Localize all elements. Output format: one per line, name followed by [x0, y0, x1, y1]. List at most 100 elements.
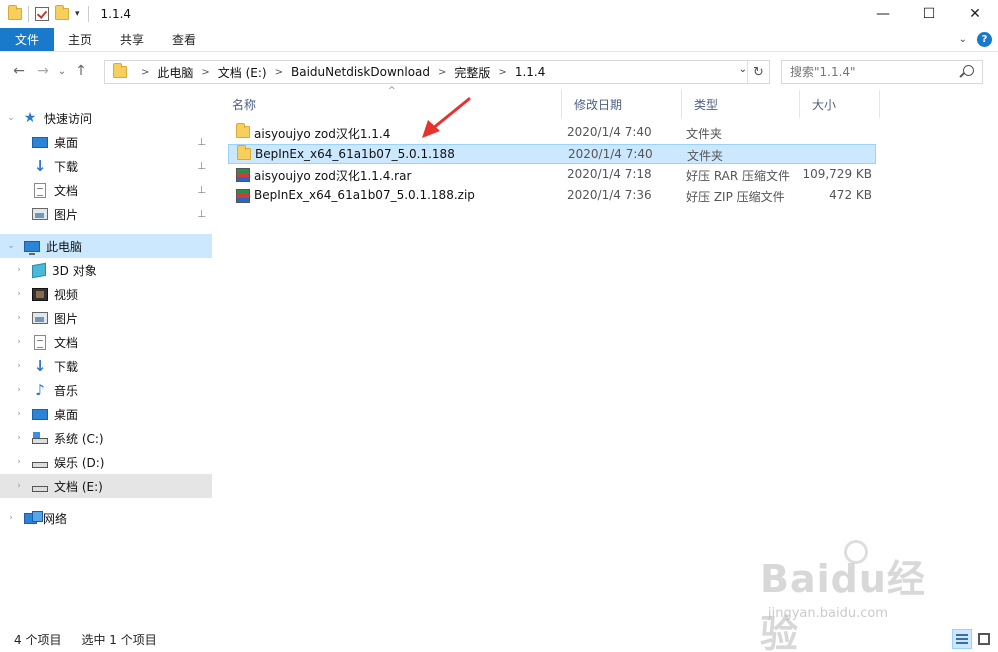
network-icon: [24, 510, 43, 524]
sidebar-item-videos[interactable]: › 视频: [0, 282, 212, 306]
document-icon: [34, 182, 46, 198]
breadcrumb-separator[interactable]: >: [275, 67, 283, 78]
sidebar-item-system-drive[interactable]: › 系统 (C:): [0, 426, 212, 450]
sidebar-item-label: 3D 对象: [52, 263, 97, 278]
maximize-button[interactable]: ☐: [906, 0, 952, 28]
expand-chevron-icon[interactable]: ›: [14, 433, 24, 443]
column-header-type[interactable]: 类型: [682, 90, 800, 118]
expand-chevron-icon[interactable]: ›: [14, 385, 24, 395]
sidebar-item-label: 下载: [54, 159, 79, 174]
sidebar-item-quick-access[interactable]: ⌄ ★ 快速访问: [0, 106, 212, 130]
sidebar-item-network[interactable]: › 网络: [0, 506, 212, 530]
pin-icon[interactable]: ⊥: [197, 161, 206, 172]
file-row[interactable]: BepInEx_x64_61a1b07_5.0.1.188 2020/1/4 7…: [228, 144, 876, 164]
archive-icon: [236, 168, 250, 182]
pin-icon[interactable]: ⊥: [197, 209, 206, 220]
expand-chevron-icon[interactable]: ›: [14, 361, 24, 371]
sidebar-item-desktop[interactable]: 桌面 ⊥: [0, 130, 212, 154]
selection-count: 选中 1 个项目: [81, 632, 157, 647]
back-button[interactable]: ←: [8, 63, 30, 79]
sidebar-item-pictures[interactable]: 图片 ⊥: [0, 202, 212, 226]
expand-chevron-icon[interactable]: ›: [14, 337, 24, 347]
archive-icon: [236, 189, 250, 203]
toolbar-divider: [28, 6, 29, 22]
column-header-size[interactable]: 大小: [800, 90, 880, 118]
sidebar-item-documents[interactable]: › 文档: [0, 330, 212, 354]
breadcrumb-separator[interactable]: >: [438, 67, 446, 78]
tab-view[interactable]: 查看: [158, 28, 210, 51]
file-row[interactable]: aisyoujyo zod汉化1.1.4 2020/1/4 7:40 文件夹: [228, 123, 876, 143]
breadcrumb-item[interactable]: 1.1.4: [515, 65, 546, 79]
details-view-button[interactable]: [952, 629, 972, 649]
tab-file[interactable]: 文件: [0, 28, 55, 51]
sidebar-item-music[interactable]: › ♪ 音乐: [0, 378, 212, 402]
pin-icon[interactable]: ⊥: [197, 185, 206, 196]
file-date: 2020/1/4 7:40: [567, 125, 652, 139]
pin-icon[interactable]: ⊥: [197, 137, 206, 148]
breadcrumb: > 此电脑 > 文档 (E:) > BaiduNetdiskDownload >…: [133, 64, 545, 81]
breadcrumb-item[interactable]: 文档 (E:): [218, 64, 267, 81]
file-row[interactable]: BepInEx_x64_61a1b07_5.0.1.188.zip 2020/1…: [228, 186, 876, 206]
collapse-chevron-icon[interactable]: ⌄: [6, 241, 16, 251]
customize-toolbar-chevron-icon[interactable]: ▾: [75, 9, 80, 19]
sidebar-item-downloads[interactable]: › ↓ 下载: [0, 354, 212, 378]
sidebar-item-this-pc[interactable]: ⌄ 此电脑: [0, 234, 212, 258]
breadcrumb-item[interactable]: 此电脑: [157, 64, 193, 81]
address-history-chevron-icon[interactable]: ⌄: [739, 64, 747, 75]
up-button[interactable]: ↑: [70, 63, 92, 79]
breadcrumb-separator[interactable]: >: [498, 67, 506, 78]
file-name: aisyoujyo zod汉化1.1.4: [254, 127, 391, 141]
large-icons-view-button[interactable]: [974, 629, 994, 649]
forward-button[interactable]: →: [32, 63, 54, 79]
tab-home[interactable]: 主页: [54, 28, 106, 51]
expand-chevron-icon[interactable]: ›: [14, 457, 24, 467]
expand-ribbon-chevron-icon[interactable]: ⌄: [959, 34, 967, 45]
sidebar-item-downloads[interactable]: ↓ 下载 ⊥: [0, 154, 212, 178]
minimize-button[interactable]: —: [860, 0, 906, 28]
breadcrumb-separator[interactable]: >: [201, 67, 209, 78]
sidebar-item-label: 图片: [54, 311, 79, 326]
sidebar-item-pictures[interactable]: › 图片: [0, 306, 212, 330]
sidebar-item-documents[interactable]: 文档 ⊥: [0, 178, 212, 202]
expand-chevron-icon[interactable]: ›: [14, 481, 24, 491]
breadcrumb-separator[interactable]: >: [141, 67, 149, 78]
expand-chevron-icon[interactable]: ›: [14, 265, 24, 275]
collapse-chevron-icon[interactable]: ⌄: [6, 113, 16, 123]
close-button[interactable]: ✕: [952, 0, 998, 28]
search-icon[interactable]: [963, 65, 974, 76]
tab-share[interactable]: 共享: [106, 28, 158, 51]
help-icon[interactable]: ?: [977, 32, 992, 47]
file-name: BepInEx_x64_61a1b07_5.0.1.188: [255, 147, 455, 161]
expand-chevron-icon[interactable]: ›: [14, 313, 24, 323]
sidebar-item-drive-e[interactable]: › 文档 (E:): [0, 474, 212, 498]
view-switcher: [952, 629, 994, 649]
file-list: ^ 名称 修改日期 类型 大小 aisyoujyo zod汉化1.1.4 202…: [220, 86, 998, 620]
expand-chevron-icon[interactable]: ›: [14, 289, 24, 299]
window-title: 1.1.4: [100, 7, 132, 21]
search-input[interactable]: [790, 65, 960, 79]
properties-icon[interactable]: [35, 7, 49, 21]
breadcrumb-item[interactable]: BaiduNetdiskDownload: [291, 65, 430, 79]
recent-locations-chevron-icon[interactable]: ⌄: [54, 66, 70, 77]
sidebar-item-desktop[interactable]: › 桌面: [0, 402, 212, 426]
sidebar-item-label: 系统 (C:): [54, 431, 104, 446]
column-header-name[interactable]: 名称: [220, 90, 562, 118]
sidebar-item-label: 音乐: [54, 383, 79, 398]
new-folder-icon[interactable]: [55, 5, 69, 20]
search-box[interactable]: [781, 60, 983, 84]
expand-chevron-icon[interactable]: ›: [14, 409, 24, 419]
desktop-icon: [32, 137, 48, 148]
folder-icon[interactable]: [8, 5, 22, 20]
refresh-button[interactable]: ↻: [747, 61, 769, 83]
breadcrumb-item[interactable]: 完整版: [454, 64, 490, 81]
sidebar-item-drive-d[interactable]: › 娱乐 (D:): [0, 450, 212, 474]
column-header-date[interactable]: 修改日期: [562, 90, 682, 118]
folder-icon: [236, 123, 250, 138]
sidebar-item-3d-objects[interactable]: › 3D 对象: [0, 258, 212, 282]
folder-icon: [237, 145, 251, 160]
item-count: 4 个项目: [14, 632, 62, 647]
address-bar[interactable]: > 此电脑 > 文档 (E:) > BaiduNetdiskDownload >…: [104, 60, 770, 84]
expand-chevron-icon[interactable]: ›: [6, 513, 16, 523]
file-row[interactable]: aisyoujyo zod汉化1.1.4.rar 2020/1/4 7:18 好…: [228, 165, 876, 185]
file-date: 2020/1/4 7:36: [567, 188, 652, 202]
